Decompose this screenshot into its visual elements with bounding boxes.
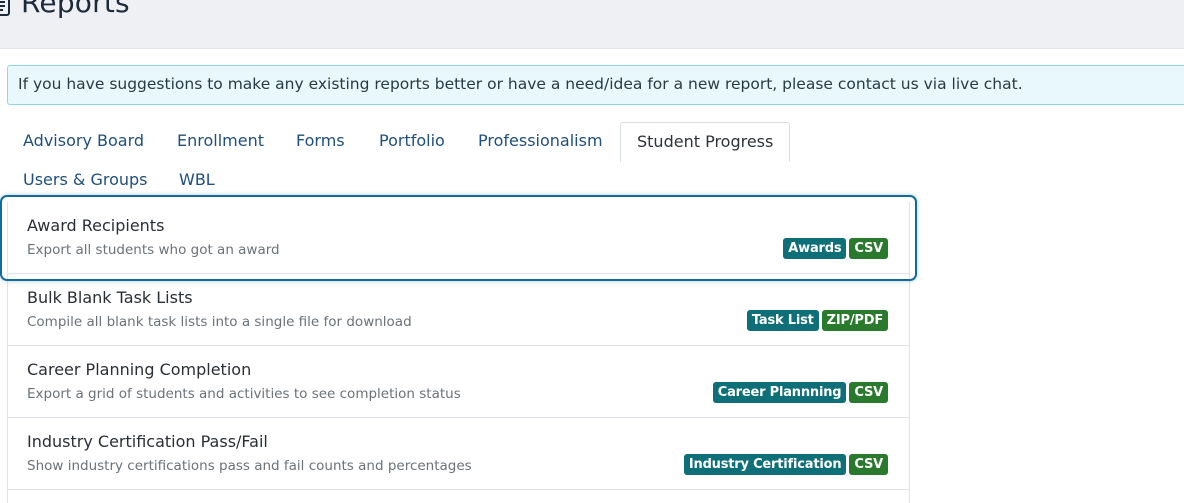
report-description: Show industry certifications pass and fa…: [27, 458, 472, 474]
report-badges: Career Plannning CSV: [712, 382, 888, 403]
report-icon: [0, 0, 10, 16]
report-item-industry-certification-pass-fail[interactable]: Industry Certification Pass/Fail Show in…: [8, 418, 909, 490]
category-badge: Task List: [746, 310, 819, 331]
tab-portfolio[interactable]: Portfolio: [363, 122, 461, 160]
report-description: Export all students who got an award: [27, 242, 280, 258]
report-item-bulk-blank-task-lists[interactable]: Bulk Blank Task Lists Compile all blank …: [8, 274, 909, 346]
report-badges: Awards CSV: [783, 238, 888, 259]
report-category-tabs: Advisory Board Enrollment Forms Portfoli…: [0, 122, 920, 202]
notice-text: If you have suggestions to make any exis…: [18, 75, 1023, 93]
tab-forms[interactable]: Forms: [280, 122, 361, 160]
format-badge: CSV: [849, 382, 888, 403]
tab-student-progress[interactable]: Student Progress: [620, 122, 791, 162]
report-title: Bulk Blank Task Lists: [27, 288, 193, 307]
category-badge: Career Plannning: [712, 382, 847, 403]
report-list: Award Recipients Export all students who…: [7, 202, 910, 503]
suggestion-notice: If you have suggestions to make any exis…: [7, 65, 1184, 105]
report-title: Industry Certification Pass/Fail: [27, 432, 268, 451]
report-badges: Industry Certification CSV: [683, 454, 888, 475]
tab-advisory-board[interactable]: Advisory Board: [7, 122, 160, 160]
tab-users-groups[interactable]: Users & Groups: [7, 161, 164, 199]
format-badge: ZIP/PDF: [821, 310, 888, 331]
category-badge: Industry Certification: [683, 454, 847, 475]
report-badges: Task List ZIP/PDF: [746, 310, 888, 331]
format-badge: CSV: [849, 454, 888, 475]
page-title: Reports: [21, 0, 130, 19]
report-description: Export a grid of students and activities…: [27, 386, 461, 402]
report-description: Compile all blank task lists into a sing…: [27, 314, 412, 330]
report-item-career-planning-completion[interactable]: Career Planning Completion Export a grid…: [8, 346, 909, 418]
category-badge: Awards: [783, 238, 847, 259]
tab-enrollment[interactable]: Enrollment: [161, 122, 280, 160]
report-title: Career Planning Completion: [27, 360, 252, 379]
tab-wbl[interactable]: WBL: [163, 161, 231, 199]
report-item-award-recipients[interactable]: Award Recipients Export all students who…: [8, 202, 909, 274]
format-badge: CSV: [849, 238, 888, 259]
report-title: Award Recipients: [27, 216, 165, 235]
tab-professionalism[interactable]: Professionalism: [462, 122, 619, 160]
page-header: Reports: [0, 0, 1184, 49]
